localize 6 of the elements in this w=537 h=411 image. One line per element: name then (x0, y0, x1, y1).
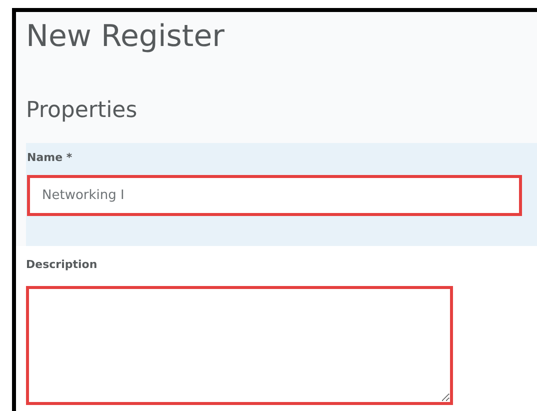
section-heading: Properties (26, 97, 138, 125)
field-label: Description (26, 258, 98, 272)
field-label: Name * (27, 151, 74, 165)
page-title: New Register (26, 19, 226, 55)
description-field[interactable] (26, 286, 453, 405)
name-field[interactable]: Networking I (27, 175, 522, 216)
